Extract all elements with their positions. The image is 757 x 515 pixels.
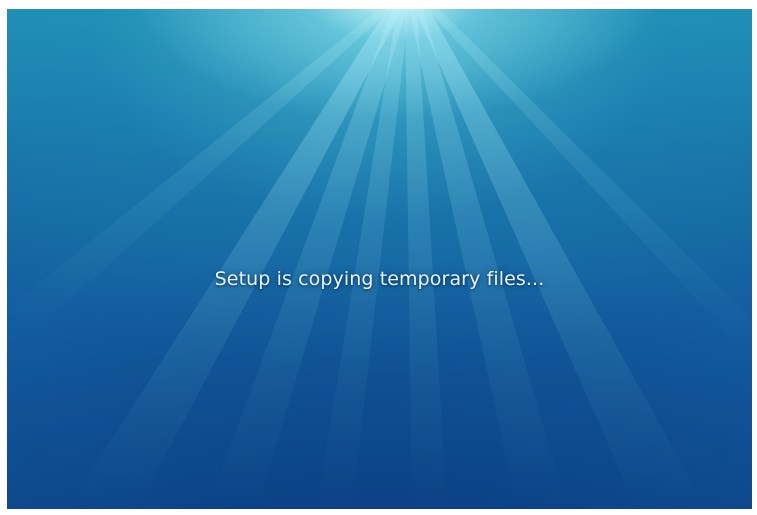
setup-status-message: Setup is copying temporary files... — [214, 268, 545, 290]
background-light-rays — [7, 9, 752, 509]
setup-screen: Setup is copying temporary files... — [7, 9, 752, 509]
